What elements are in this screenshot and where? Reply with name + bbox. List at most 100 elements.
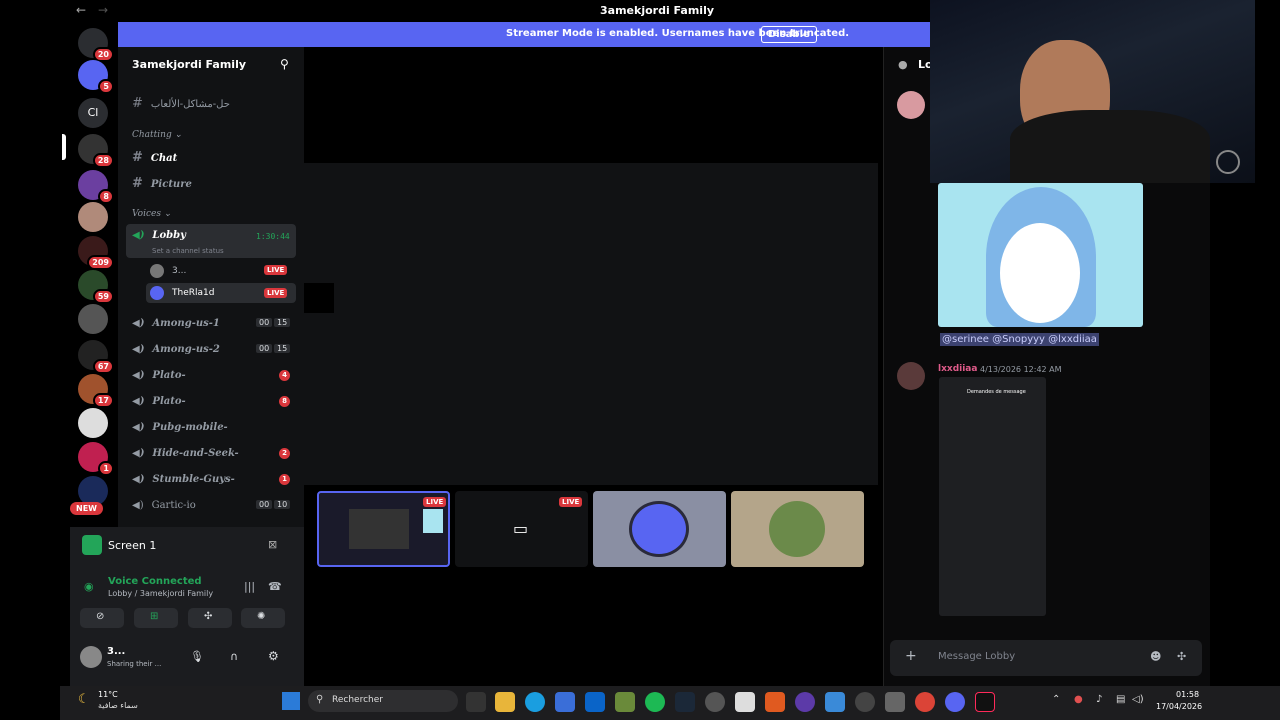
weather-text[interactable]: سماء صافية: [98, 701, 138, 710]
phone-screenshot-image[interactable]: Demandes de message: [939, 377, 1046, 616]
discord-guild-icon[interactable]: 5: [78, 60, 114, 94]
notepad-icon[interactable]: [735, 692, 755, 712]
guild-badge: 209: [87, 255, 114, 270]
discord-taskbar-icon[interactable]: [945, 692, 965, 712]
activities-button[interactable]: ✣: [188, 608, 232, 628]
avatar[interactable]: [80, 646, 102, 668]
voice-status[interactable]: Voice Connected: [108, 576, 202, 587]
tray-chevron-icon[interactable]: ⌃: [1052, 694, 1060, 705]
guild-item[interactable]: 67: [78, 340, 114, 374]
obs-icon[interactable]: [855, 692, 875, 712]
emoji-icon[interactable]: ☻: [1150, 650, 1161, 663]
headphones-icon[interactable]: ∩: [230, 650, 238, 663]
voice-location[interactable]: Lobby / 3amekjordi Family: [108, 589, 213, 598]
steam-icon[interactable]: [675, 692, 695, 712]
forward-arrow-icon[interactable]: →: [98, 3, 108, 17]
stream-tile-3[interactable]: [593, 491, 726, 567]
channel-label: Plato-: [152, 370, 186, 381]
start-windows-icon[interactable]: [282, 692, 300, 710]
microphone-app-icon[interactable]: [765, 692, 785, 712]
stream-tile-1[interactable]: LIVE: [317, 491, 450, 567]
voice-channel-pubg[interactable]: ◀) Pubg-mobile-: [132, 422, 228, 433]
channel-top[interactable]: # حل-مشاكل-الألعاب: [132, 96, 230, 111]
chrome-icon[interactable]: [915, 692, 935, 712]
message-author[interactable]: lxxdiiaa: [938, 364, 977, 374]
tray-app-icon[interactable]: ●: [1074, 694, 1083, 705]
channel-picture[interactable]: # Picture: [132, 176, 192, 191]
guild-item[interactable]: 59: [78, 270, 114, 304]
user-count: 00: [256, 344, 273, 353]
voice-channel-plato1[interactable]: ◀) Plato-: [132, 370, 186, 381]
penguin-gif-image[interactable]: [938, 183, 1143, 327]
voice-channel-plato2[interactable]: ◀) Plato-: [132, 396, 186, 407]
voice-user-1[interactable]: 3...: [172, 266, 186, 276]
add-member-icon[interactable]: ⚲: [280, 57, 289, 71]
channel-status[interactable]: Set a channel status: [152, 247, 224, 255]
tray-mic-icon[interactable]: ♪: [1096, 694, 1102, 705]
spotify-icon[interactable]: [645, 692, 665, 712]
channel-chat[interactable]: # Chat: [132, 150, 177, 165]
guild-item[interactable]: 8: [78, 170, 114, 204]
voice-channel-among1[interactable]: ◀) Among-us-1: [132, 318, 220, 329]
server-header[interactable]: 3amekjordi Family ⚲: [118, 52, 304, 80]
voice-channel-hide[interactable]: ◀) Hide-and-Seek-: [132, 448, 239, 459]
store-icon[interactable]: [555, 692, 575, 712]
avatar: [150, 264, 164, 278]
guild-item[interactable]: [78, 202, 108, 232]
category-chatting[interactable]: Chatting ⌄: [132, 130, 182, 140]
network-icon[interactable]: ▤: [1116, 694, 1125, 705]
weather-temp[interactable]: 11°C: [98, 690, 118, 699]
stream-stage[interactable]: [304, 163, 878, 485]
volume-icon[interactable]: ◁): [1132, 694, 1144, 705]
taskbar-search[interactable]: ⚲ Rechercher: [308, 690, 458, 712]
tiktok-icon[interactable]: [975, 692, 995, 712]
microphone-icon[interactable]: 🎙: [190, 650, 204, 663]
clock-time[interactable]: 01:58: [1176, 690, 1199, 699]
dm-home-icon[interactable]: 20: [78, 28, 114, 62]
guild-item[interactable]: 17: [78, 374, 114, 408]
app-icon[interactable]: [885, 692, 905, 712]
mentions[interactable]: @serinee @Snopyyy @lxxdiiaa: [940, 333, 1099, 346]
guild-item[interactable]: 209: [78, 236, 114, 270]
stream-tile-2[interactable]: LIVE ▭: [455, 491, 588, 567]
photos-icon[interactable]: [825, 692, 845, 712]
add-attachment-icon[interactable]: +: [905, 648, 917, 664]
task-view-icon[interactable]: [466, 692, 486, 712]
guild-item[interactable]: [78, 408, 108, 438]
noise-suppression-icon[interactable]: |||: [244, 580, 255, 593]
screen-label: Screen 1: [108, 539, 157, 552]
camera-off-button[interactable]: ⊘: [80, 608, 124, 628]
back-arrow-icon[interactable]: ←: [76, 3, 86, 17]
outlook-icon[interactable]: [585, 692, 605, 712]
camera-off-icon: ⊘: [96, 611, 105, 622]
settings-gear-icon[interactable]: [705, 692, 725, 712]
screen-share-icon: ⊞: [150, 611, 159, 622]
soundboard-button[interactable]: ✺: [241, 608, 285, 628]
clock-date[interactable]: 17/04/2026: [1156, 702, 1202, 711]
category-voices[interactable]: Voices ⌄: [132, 209, 171, 219]
voice-channel-stumble[interactable]: ◀) Stumble-Guys-: [132, 474, 235, 485]
apps-icon[interactable]: ✣: [1177, 650, 1186, 663]
voice-channel-gartic[interactable]: ◀) Gartic-io: [132, 500, 196, 511]
channel-label: Pubg-mobile-: [152, 422, 228, 433]
disconnect-icon[interactable]: ☎: [268, 580, 282, 593]
stream-tile-4[interactable]: [731, 491, 864, 567]
gear-icon[interactable]: ⚙: [268, 649, 279, 663]
guild-item[interactable]: 28: [78, 134, 114, 168]
guild-item[interactable]: [78, 304, 108, 334]
file-explorer-icon[interactable]: [495, 692, 515, 712]
popout-icon[interactable]: ⊠: [268, 538, 277, 551]
guild-cl[interactable]: Cl: [78, 98, 108, 128]
screen-share-button[interactable]: ⊞: [134, 608, 178, 628]
avatar[interactable]: [897, 362, 925, 390]
app-icon[interactable]: [795, 692, 815, 712]
voice-channel-among2[interactable]: ◀) Among-us-2: [132, 344, 220, 355]
voice-channel-lobby[interactable]: ◀) Lobby: [132, 230, 186, 241]
search-icon: ⚲: [316, 694, 324, 705]
minecraft-icon[interactable]: [615, 692, 635, 712]
edge-icon[interactable]: [525, 692, 545, 712]
stream-preview-penguin: [423, 509, 443, 533]
guild-item[interactable]: 1: [78, 442, 114, 476]
disable-button[interactable]: Disable: [761, 26, 817, 43]
small-video-tile[interactable]: [304, 283, 334, 313]
